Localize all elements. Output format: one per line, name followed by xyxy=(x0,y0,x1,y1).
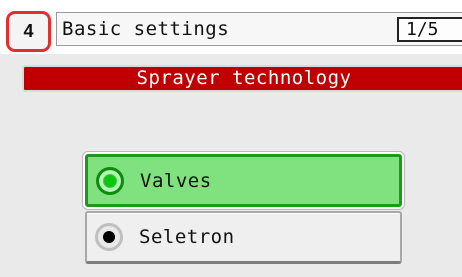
option-label: Valves xyxy=(140,169,212,192)
section-title: Sprayer technology xyxy=(136,67,352,89)
page-counter[interactable]: 1/5 xyxy=(397,17,462,42)
step-number-badge: 4 xyxy=(6,11,51,52)
main-panel: Sprayer technology Valves Seletron xyxy=(0,54,462,277)
radio-selected-icon xyxy=(96,166,124,195)
radio-unselected-icon xyxy=(95,223,123,251)
page-title: Basic settings xyxy=(62,18,230,40)
section-header: Sprayer technology xyxy=(22,65,462,92)
option-seletron[interactable]: Seletron xyxy=(85,211,402,264)
option-label: Seletron xyxy=(139,226,235,248)
radio-dot xyxy=(103,231,115,243)
option-valves[interactable]: Valves xyxy=(85,154,402,207)
header-bar: 4 Basic settings 1/5 xyxy=(0,0,462,54)
radio-dot xyxy=(104,174,116,187)
